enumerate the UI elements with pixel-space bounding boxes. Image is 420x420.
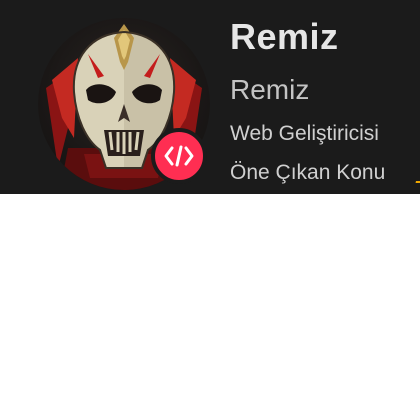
featured-topic-label: Öne Çıkan Konu (230, 161, 386, 184)
avatar[interactable] (38, 18, 210, 190)
profile-card: Remiz Remiz Web Geliştiricisi Öne Çıkan … (0, 0, 420, 194)
user-role: Web Geliştiricisi (230, 122, 379, 145)
display-name: Remiz (230, 74, 310, 105)
code-brackets-icon (164, 145, 194, 167)
developer-badge[interactable] (151, 128, 207, 184)
username: Remiz (230, 16, 339, 57)
featured-topic-link[interactable]: _ (416, 161, 420, 185)
